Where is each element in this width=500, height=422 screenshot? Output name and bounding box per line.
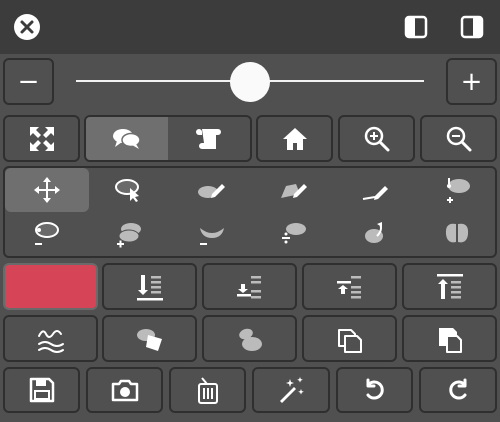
duplicate-icon [337, 328, 362, 353]
draw-region-button[interactable] [170, 168, 254, 212]
subtract-region-icon [35, 222, 59, 245]
move-tool-button[interactable] [5, 168, 89, 212]
paste-button[interactable] [402, 315, 497, 362]
draw-polygon-icon [281, 184, 307, 198]
magic-wand-button[interactable] [252, 367, 330, 413]
draw-line-icon [362, 186, 388, 200]
send-to-back-button[interactable] [102, 263, 197, 310]
close-button[interactable] [11, 11, 43, 43]
undo-icon [366, 378, 384, 400]
camera-icon [111, 379, 138, 402]
toggle-left-panel-button[interactable] [400, 11, 432, 43]
mirror-region-button[interactable] [415, 212, 499, 256]
exclude-button[interactable] [202, 315, 297, 362]
close-icon [14, 14, 40, 40]
zoom-in-icon [364, 126, 389, 151]
delete-button[interactable] [169, 367, 246, 413]
rotate-region-button[interactable] [334, 212, 418, 256]
bring-forward-icon [336, 275, 361, 298]
split-region-button[interactable] [252, 212, 336, 256]
zoom-out-view-button[interactable] [420, 115, 497, 162]
comments-icon [113, 128, 141, 149]
save-button[interactable] [3, 367, 80, 413]
minus-label: − [17, 66, 40, 97]
draw-line-button[interactable] [334, 168, 418, 212]
save-icon [29, 377, 54, 403]
panel-left-icon [404, 15, 428, 39]
smooth-button[interactable] [3, 315, 98, 362]
union-regions-button[interactable] [87, 212, 171, 256]
send-backward-button[interactable] [202, 263, 297, 310]
send-to-back-icon [136, 274, 163, 300]
bring-forward-button[interactable] [302, 263, 397, 310]
bring-to-front-button[interactable] [402, 263, 497, 310]
smooth-icon [37, 329, 64, 353]
exclude-icon [238, 328, 262, 351]
undo-button[interactable] [336, 367, 413, 413]
home-icon [282, 127, 307, 150]
scroll-icon [196, 128, 221, 149]
union-icon [117, 223, 141, 248]
select-region-button[interactable] [87, 168, 171, 212]
zoom-in-button[interactable]: + [446, 58, 497, 105]
fit-to-screen-button[interactable] [3, 115, 80, 162]
scroll-mode-button[interactable] [168, 117, 250, 160]
paste-icon [438, 327, 462, 353]
panel-right-icon [460, 15, 484, 39]
fit-to-screen-icon [29, 126, 54, 151]
add-region-icon [447, 178, 470, 203]
subtract-region-button[interactable] [5, 212, 89, 256]
draw-polygon-button[interactable] [252, 168, 336, 212]
redo-icon [449, 378, 467, 400]
color-swatch-button[interactable] [3, 263, 98, 310]
toggle-right-panel-button[interactable] [456, 11, 488, 43]
snapshot-button[interactable] [86, 367, 163, 413]
zoom-slider-handle[interactable] [230, 62, 270, 102]
draw-region-icon [198, 184, 225, 198]
duplicate-button[interactable] [302, 315, 397, 362]
select-region-icon [115, 179, 139, 202]
intersect-button[interactable] [102, 315, 197, 362]
intersect-icon [136, 328, 162, 351]
comments-mode-button[interactable] [86, 117, 168, 160]
view-mode-group [84, 115, 252, 162]
zoom-in-view-button[interactable] [338, 115, 415, 162]
move-icon [34, 177, 60, 203]
subtract-shape-button[interactable] [170, 212, 254, 256]
zoom-out-icon [446, 126, 471, 151]
top-bar [0, 0, 500, 54]
drawing-tools-group [3, 166, 497, 258]
add-region-button[interactable] [415, 168, 499, 212]
home-button[interactable] [256, 115, 333, 162]
split-region-icon [282, 223, 306, 244]
plus-label: + [460, 66, 483, 97]
magic-wand-icon [280, 377, 304, 403]
redo-button[interactable] [419, 367, 497, 413]
rotate-region-icon [365, 222, 383, 243]
subtract-shape-icon [200, 228, 224, 245]
trash-icon [197, 377, 218, 404]
send-backward-icon [236, 275, 261, 298]
mirror-region-icon [445, 222, 469, 246]
zoom-out-button[interactable]: − [3, 58, 54, 105]
bring-to-front-icon [436, 273, 463, 299]
